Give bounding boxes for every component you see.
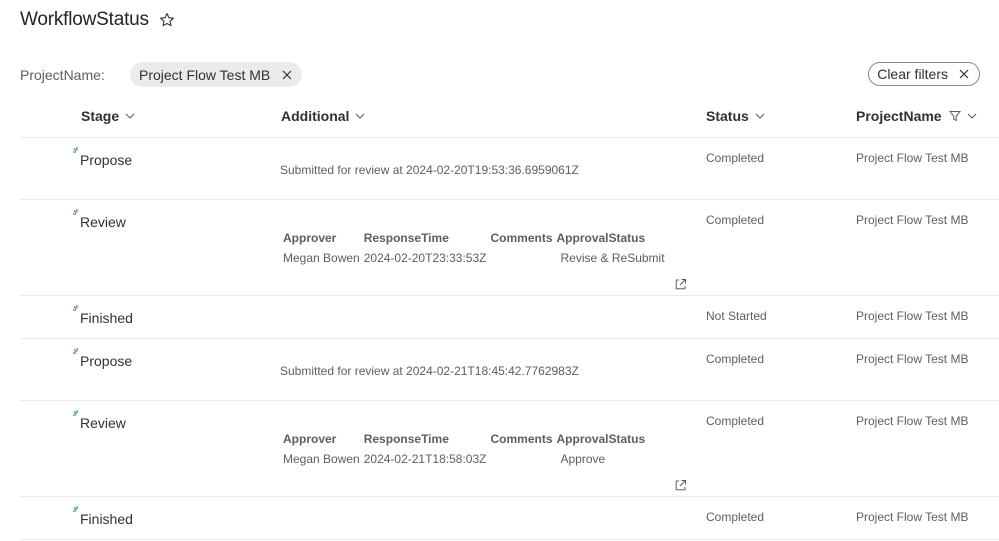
chevron-down-icon <box>967 113 976 119</box>
column-header-label: Status <box>706 108 749 124</box>
stage-cell: Finished <box>73 304 133 326</box>
status-text: Completed <box>706 352 765 366</box>
stage-cell: Finished <box>73 505 133 527</box>
project-name-text: Project Flow Test MB <box>856 213 969 227</box>
open-in-new-window-icon[interactable] <box>674 278 687 291</box>
table-row[interactable]: Propose Submitted for review at 2024-02-… <box>20 339 999 401</box>
approval-header-responsetime: ResponseTime <box>363 231 449 245</box>
column-header-projectname[interactable]: ProjectName <box>856 108 977 124</box>
stage-label: Propose <box>80 152 133 168</box>
page-title: WorkflowStatus <box>20 9 149 30</box>
clear-filters-label: Clear filters <box>877 66 948 82</box>
filter-pill-value: Project Flow Test MB <box>139 66 271 83</box>
stage-cell: Review <box>73 208 126 230</box>
stage-label: Finished <box>80 310 133 326</box>
project-name-text: Project Flow Test MB <box>856 414 969 428</box>
filter-label: ProjectName: <box>20 67 105 83</box>
status-text: Completed <box>706 510 765 524</box>
project-name-text: Project Flow Test MB <box>856 151 969 165</box>
chevron-down-icon <box>356 113 365 119</box>
table-row[interactable]: Finished Completed Project Flow Test MB <box>20 497 999 540</box>
stage-cell: Review <box>73 409 126 431</box>
project-name-text: Project Flow Test MB <box>856 352 969 366</box>
stage-label: Review <box>80 415 126 431</box>
approval-comments <box>490 247 556 269</box>
chevron-down-icon <box>755 113 765 119</box>
approval-table: Approver ResponseTime Comments ApprovalS… <box>283 229 669 269</box>
response-time: 2024-02-20T23:33:53Z <box>363 251 487 265</box>
stage-label: Finished <box>80 511 133 527</box>
filter-icon <box>948 111 961 122</box>
approver-name: Megan Bowen <box>283 251 360 265</box>
additional-text: Submitted for review at 2024-02-21T18:45… <box>280 364 579 378</box>
filter-pill-projectname[interactable]: Project Flow Test MB <box>130 62 303 87</box>
response-time: 2024-02-21T18:58:03Z <box>363 452 487 466</box>
approval-comments <box>490 448 556 470</box>
approval-header-approvalstatus: ApprovalStatus <box>556 231 646 245</box>
workflow-table: Stage Additional Status ProjectName Prop… <box>20 100 999 540</box>
additional-text: Submitted for review at 2024-02-20T19:53… <box>280 163 579 177</box>
filter-bar: ProjectName: Project Flow Test MB Clear … <box>20 61 980 87</box>
approval-header-comments: Comments <box>490 231 553 245</box>
approval-table: Approver ResponseTime Comments ApprovalS… <box>283 430 657 470</box>
table-row[interactable]: Propose Submitted for review at 2024-02-… <box>20 138 999 200</box>
stage-cell: Propose <box>73 347 132 369</box>
star-icon[interactable] <box>159 12 175 28</box>
page-header: WorkflowStatus <box>20 8 175 32</box>
status-text: Completed <box>706 414 765 428</box>
column-header-label: Stage <box>81 108 120 124</box>
table-row[interactable]: Review Approver ResponseTime Comments Ap… <box>20 401 999 497</box>
project-name-text: Project Flow Test MB <box>856 510 969 524</box>
table-header: Stage Additional Status ProjectName <box>20 100 999 138</box>
approver-name: Megan Bowen <box>283 452 360 466</box>
column-header-additional[interactable]: Additional <box>281 108 365 124</box>
column-header-label: Additional <box>281 108 350 124</box>
clear-filters-button[interactable]: Clear filters <box>868 62 980 86</box>
open-in-new-window-icon[interactable] <box>674 479 687 492</box>
approval-header-approver: Approver <box>283 231 337 245</box>
close-icon <box>959 69 969 79</box>
column-header-label: ProjectName <box>856 108 942 124</box>
column-header-status[interactable]: Status <box>706 108 765 124</box>
approval-status: Approve <box>560 452 606 466</box>
column-header-stage[interactable]: Stage <box>81 108 135 124</box>
chevron-down-icon <box>125 113 135 119</box>
stage-label: Review <box>80 214 126 230</box>
approval-header-approver: Approver <box>283 432 337 446</box>
approval-status: Revise & ReSubmit <box>560 251 665 265</box>
table-row[interactable]: Review Approver ResponseTime Comments Ap… <box>20 200 999 296</box>
status-text: Not Started <box>706 309 767 323</box>
approval-header-comments: Comments <box>490 432 553 446</box>
project-name-text: Project Flow Test MB <box>856 309 969 323</box>
status-text: Completed <box>706 213 765 227</box>
stage-cell: Propose <box>73 146 132 168</box>
table-row[interactable]: Finished Not Started Project Flow Test M… <box>20 296 999 339</box>
close-icon[interactable] <box>282 70 292 80</box>
approval-header-responsetime: ResponseTime <box>363 432 449 446</box>
status-text: Completed <box>706 151 765 165</box>
stage-label: Propose <box>80 353 133 369</box>
approval-header-approvalstatus: ApprovalStatus <box>556 432 646 446</box>
